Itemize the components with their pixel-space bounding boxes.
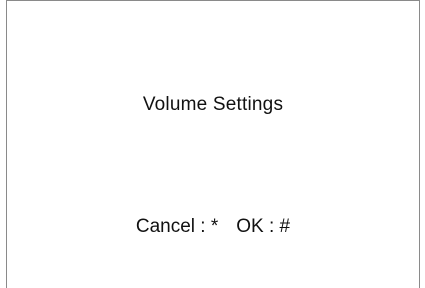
phone-display: Volume Settings Cancel : * OK : #: [6, 0, 420, 288]
softkey-bar: Cancel : * OK : #: [7, 216, 419, 238]
cancel-softkey[interactable]: Cancel : *: [136, 216, 218, 238]
ok-softkey[interactable]: OK : #: [236, 216, 290, 238]
screen-title: Volume Settings: [142, 94, 284, 115]
